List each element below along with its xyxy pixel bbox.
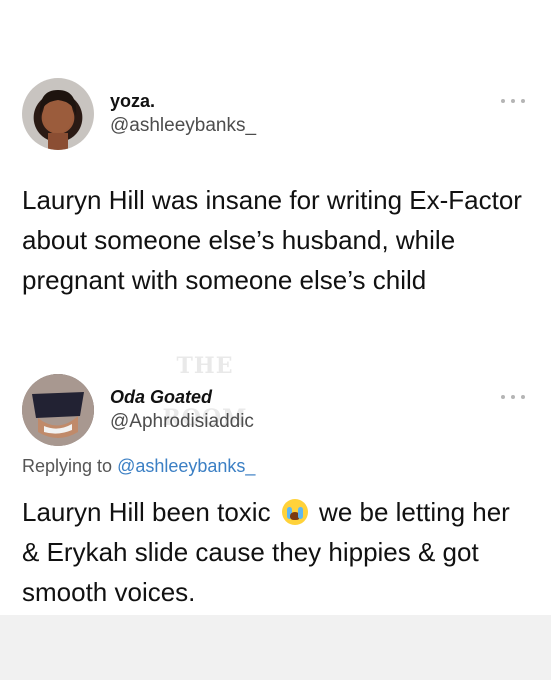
tweet2-avatar[interactable]	[22, 374, 94, 446]
tweet1-header: yoza. @ashleeybanks_	[22, 78, 256, 150]
tweet1-more-icon[interactable]	[501, 96, 525, 106]
tweet2-text: Lauryn Hill been toxic we be letting her…	[22, 492, 527, 612]
replying-prefix: Replying to	[22, 456, 113, 476]
tweet1-text: Lauryn Hill was insane for writing Ex-Fa…	[22, 185, 522, 295]
tweet2-more-icon[interactable]	[501, 392, 525, 402]
tweet2-text-part1: Lauryn Hill been toxic	[22, 497, 271, 527]
tweet2-header: Oda Goated @Aphrodisiaddic	[22, 374, 254, 446]
tweet2-names: Oda Goated @Aphrodisiaddic	[110, 385, 254, 435]
tweet2-display-name[interactable]: Oda Goated	[110, 385, 254, 409]
tweet1-names: yoza. @ashleeybanks_	[110, 89, 256, 139]
tweet1-avatar[interactable]	[22, 78, 94, 150]
tweet1-handle[interactable]: @ashleeybanks_	[110, 113, 256, 139]
avatar-photo-icon	[39, 90, 77, 150]
tweet1-display-name[interactable]: yoza.	[110, 89, 256, 113]
bottom-strip	[0, 615, 551, 680]
loudly-crying-face-icon	[281, 499, 308, 525]
replying-handle-link[interactable]: @ashleeybanks_	[117, 456, 255, 476]
tweet-card: yoza. @ashleeybanks_ Lauryn Hill was ins…	[0, 0, 551, 615]
avatar-photo-icon	[22, 374, 94, 446]
tweet2-handle[interactable]: @Aphrodisiaddic	[110, 409, 254, 435]
replying-to: Replying to @ashleeybanks_	[22, 456, 255, 477]
